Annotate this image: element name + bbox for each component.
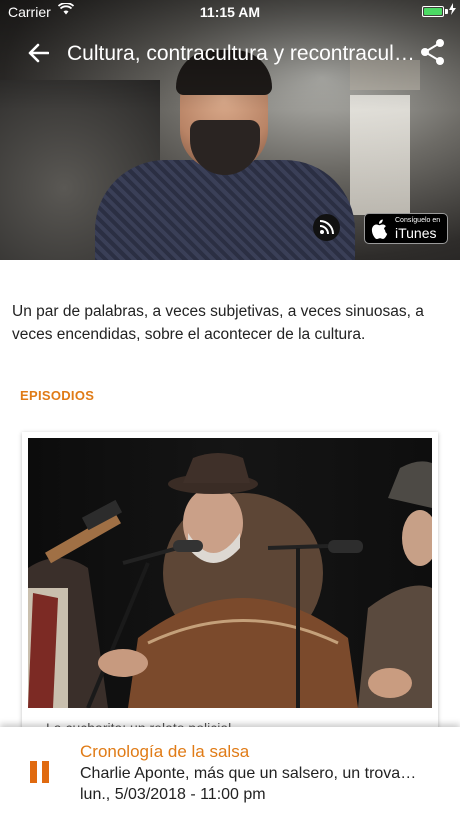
apple-icon: [371, 219, 388, 240]
share-icon: [421, 39, 444, 65]
player-episode-date: lun., 5/03/2018 - 11:00 pm: [80, 786, 266, 803]
charging-icon: [449, 3, 456, 18]
pause-icon: [30, 761, 37, 783]
itunes-badge[interactable]: Consíguelo en iTunes: [364, 213, 448, 244]
status-bar: Carrier 11:15 AM: [0, 0, 460, 24]
back-button[interactable]: [22, 38, 54, 70]
player-program-title: Cronología de la salsa: [80, 742, 250, 761]
episodes-section-header: EPISODIOS: [20, 388, 95, 403]
rss-button[interactable]: [313, 214, 340, 241]
episode-card[interactable]: La cucharita: un relato policial: [22, 432, 438, 736]
share-button[interactable]: [420, 38, 450, 70]
player-episode-title: Charlie Aponte, más que un salsero, un t…: [80, 765, 420, 782]
podcast-description: Un par de palabras, a veces subjetivas, …: [12, 303, 424, 343]
clock: 11:15 AM: [199, 4, 261, 20]
hero-background-window: [350, 95, 410, 215]
battery-tip: [445, 9, 448, 14]
arrow-left-icon: [28, 43, 50, 63]
episode-thumbnail: [28, 438, 432, 708]
mini-player[interactable]: Cronología de la salsa Charlie Aponte, m…: [0, 727, 460, 818]
itunes-badge-label: iTunes: [395, 225, 437, 241]
battery-icon: [422, 6, 444, 17]
host-shirt: [95, 160, 355, 260]
pause-button[interactable]: [28, 761, 52, 785]
itunes-badge-caption: Consíguelo en: [395, 217, 441, 224]
page-title: Cultura, contracultura y recontracultura: [67, 42, 417, 65]
pause-icon-bar: [42, 761, 49, 783]
rss-icon: [319, 220, 334, 235]
